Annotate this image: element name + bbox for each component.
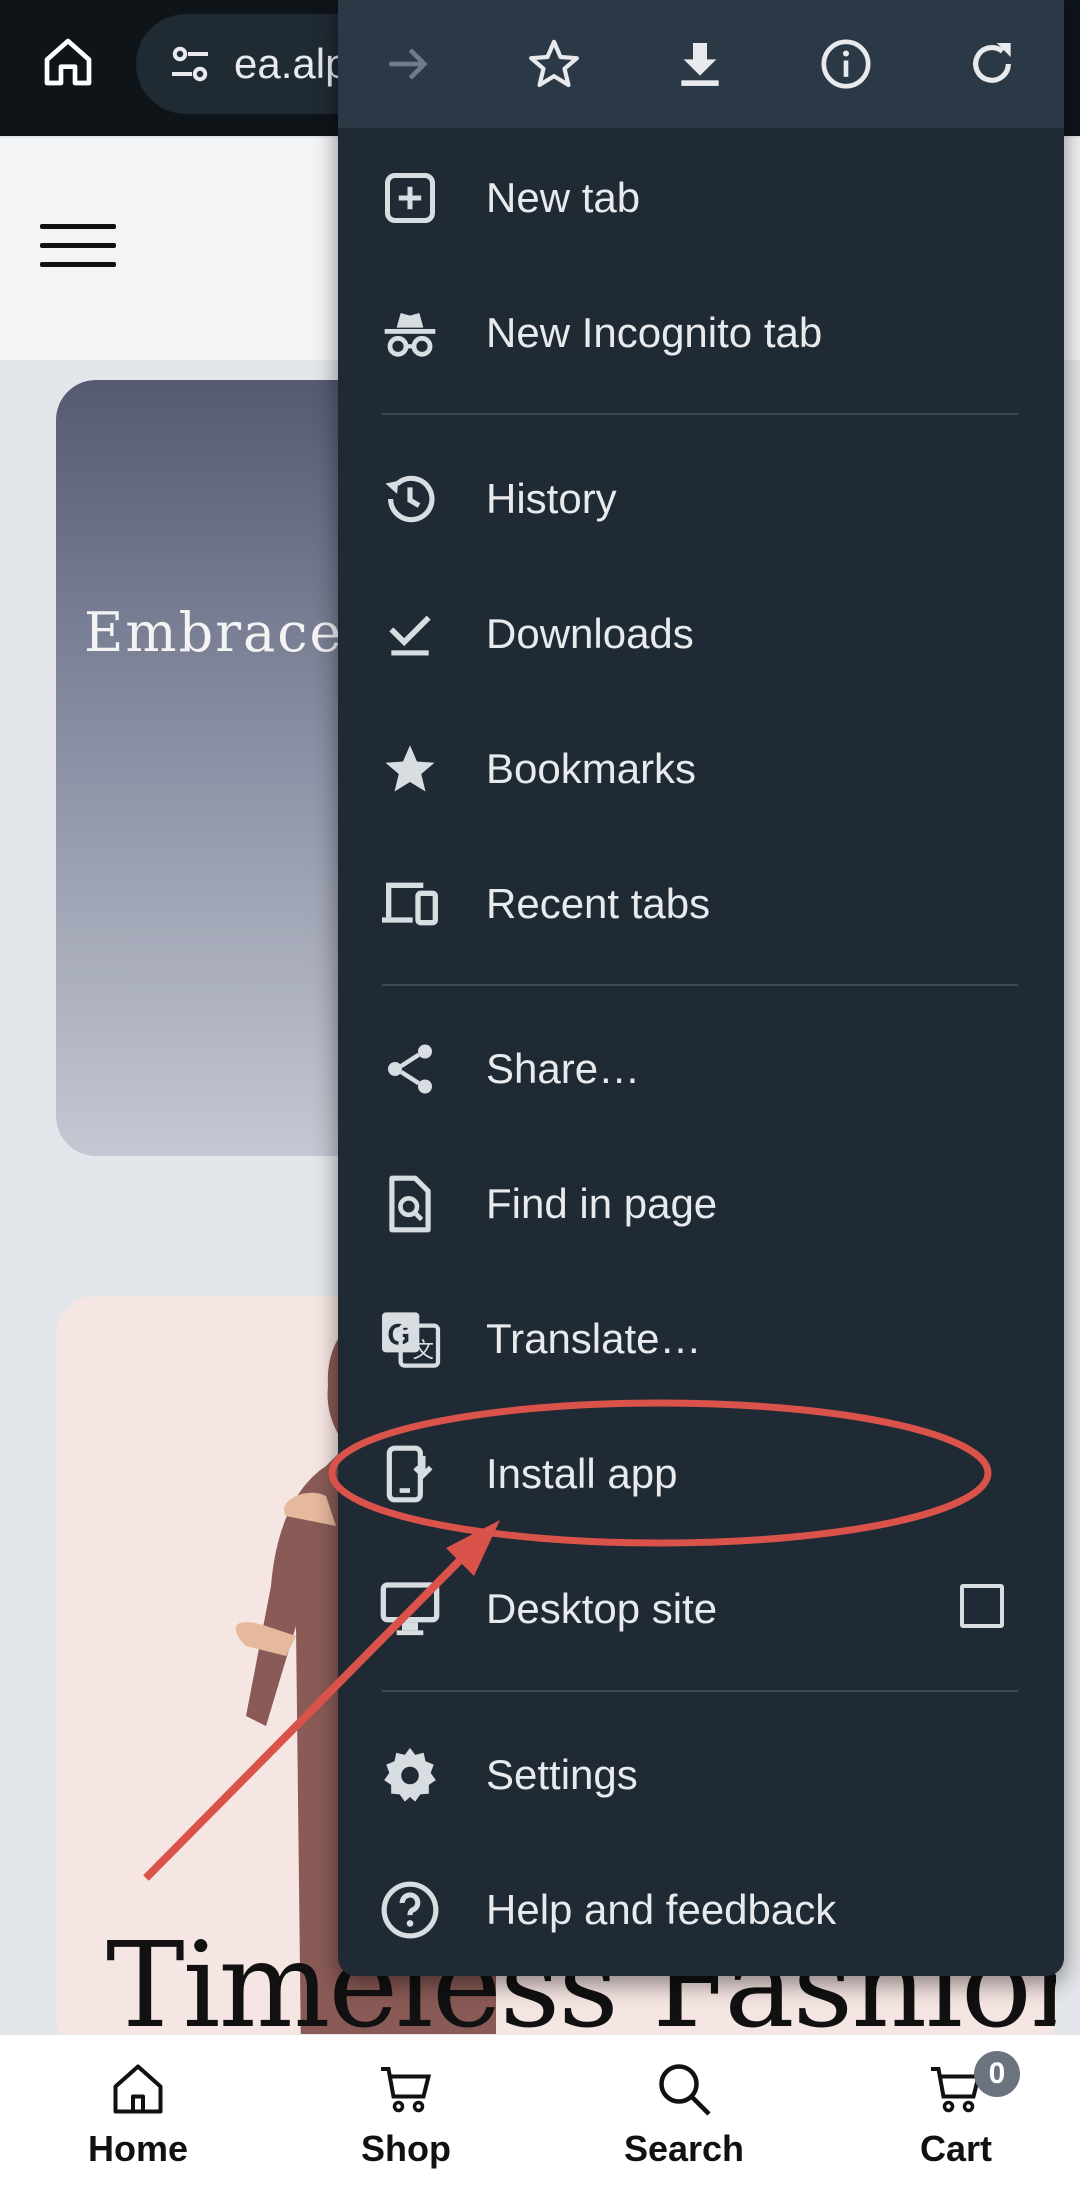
menu-item-new-tab[interactable]: New tab <box>338 133 1064 263</box>
nav-search[interactable]: Search <box>604 2059 764 2170</box>
menu-item-install-app[interactable]: Install app <box>338 1409 1064 1539</box>
recent-tabs-icon <box>382 882 438 926</box>
settings-icon <box>384 1747 436 1802</box>
translate-icon: G文 <box>382 1312 441 1368</box>
menu-item-label: Bookmarks <box>486 745 697 792</box>
incognito-icon <box>384 313 436 357</box>
menu-item-label: Recent tabs <box>486 880 711 927</box>
home-icon <box>44 38 92 86</box>
nav-cart-label: Cart <box>919 2128 993 2169</box>
nav-shop[interactable]: Shop <box>326 2059 486 2170</box>
menu-item-bookmarks[interactable]: Bookmarks <box>338 704 1064 834</box>
menu-item-new-incognito-tab[interactable]: New Incognito tab <box>338 268 1064 398</box>
find-in-page-icon <box>389 1175 431 1233</box>
download-icon <box>681 43 719 86</box>
menu-item-label: History <box>486 475 617 522</box>
cart-count-badge: 0 <box>974 2051 1020 2097</box>
bookmarks-icon <box>385 745 435 792</box>
menu-item-label: New tab <box>486 174 641 221</box>
forward-button[interactable] <box>372 28 444 100</box>
refresh-icon <box>973 43 1011 83</box>
menu-action-bar <box>338 0 1064 128</box>
svg-text:文: 文 <box>413 1339 434 1363</box>
menu-item-label: New Incognito tab <box>486 309 823 356</box>
menu-divider <box>382 1690 1018 1692</box>
info-icon <box>821 39 871 89</box>
menu-item-find-in-page[interactable]: Find in page <box>338 1139 1064 1269</box>
menu-item-desktop-site[interactable]: Desktop site <box>338 1544 1064 1674</box>
bookmark-star-button[interactable] <box>518 28 590 100</box>
search-icon <box>659 2064 711 2116</box>
hamburger-menu-icon[interactable] <box>40 224 116 268</box>
nav-search-label: Search <box>623 2128 745 2169</box>
desktop-site-checkbox[interactable] <box>960 1584 1004 1628</box>
desktop-site-icon <box>380 1582 440 1636</box>
bottom-navigation: Home Shop Search 0 Cart <box>0 2034 1080 2186</box>
menu-divider <box>382 984 1018 986</box>
page-info-button[interactable] <box>810 28 882 100</box>
menu-item-share[interactable]: Share… <box>338 1004 1064 1134</box>
menu-item-label: Translate… <box>486 1315 702 1362</box>
menu-item-label: Desktop site <box>486 1585 718 1632</box>
refresh-button[interactable] <box>956 28 1028 100</box>
menu-item-recent-tabs[interactable]: Recent tabs <box>338 839 1064 969</box>
menu-item-label: Install app <box>486 1450 678 1497</box>
help-icon <box>381 1881 439 1939</box>
home-button[interactable] <box>28 22 108 102</box>
menu-item-settings[interactable]: Settings <box>338 1710 1064 1840</box>
history-icon <box>385 475 435 523</box>
new-tab-icon <box>385 173 435 223</box>
menu-item-label: Find in page <box>486 1180 718 1227</box>
share-icon <box>388 1044 432 1094</box>
nav-shop-label: Shop <box>361 2128 451 2169</box>
menu-item-label: Share… <box>486 1045 641 1092</box>
menu-divider <box>382 413 1018 415</box>
home-icon <box>113 2064 163 2114</box>
nav-home-label: Home <box>87 2128 189 2169</box>
browser-overflow-menu: New tab New Incognito tab History Downlo… <box>338 0 1064 1976</box>
forward-icon <box>389 48 428 80</box>
star-icon <box>529 39 579 88</box>
downloads-icon <box>389 615 431 656</box>
menu-item-label: Help and feedback <box>486 1886 837 1933</box>
site-settings-icon[interactable] <box>166 40 214 88</box>
menu-item-history[interactable]: History <box>338 434 1064 564</box>
menu-item-downloads[interactable]: Downloads <box>338 569 1064 699</box>
install-app-icon <box>386 1445 433 1503</box>
nav-home[interactable]: Home <box>58 2059 218 2170</box>
url-text[interactable]: ea.alp <box>234 40 348 88</box>
menu-item-translate[interactable]: G文 Translate… <box>338 1274 1064 1404</box>
menu-item-label: Settings <box>486 1751 638 1798</box>
menu-item-label: Downloads <box>486 610 694 657</box>
shop-cart-icon <box>381 2067 432 2113</box>
nav-cart[interactable]: 0 Cart <box>876 2051 1036 2170</box>
menu-item-help-and-feedback[interactable]: Help and feedback <box>338 1845 1064 1975</box>
download-page-button[interactable] <box>664 28 736 100</box>
